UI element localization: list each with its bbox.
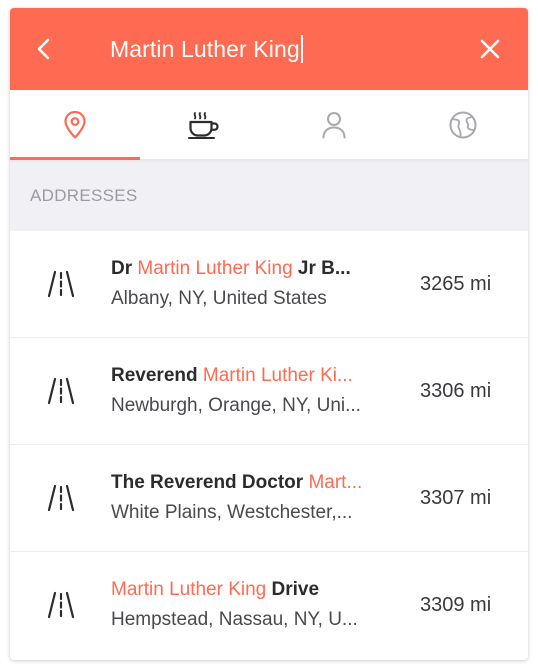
title-highlight: Martin Luther King bbox=[137, 258, 293, 279]
road-icon bbox=[47, 270, 74, 298]
title-pre: Reverend bbox=[111, 365, 203, 386]
result-row[interactable]: Martin Luther King Drive Hempstead, Nass… bbox=[10, 552, 528, 658]
road-icon-wrap bbox=[10, 269, 111, 299]
clear-search-button[interactable] bbox=[452, 8, 528, 90]
road-icon-wrap bbox=[10, 376, 111, 406]
tab-places[interactable] bbox=[140, 90, 270, 159]
section-header: ADDRESSES bbox=[10, 160, 528, 231]
road-icon bbox=[47, 484, 74, 512]
text-caret bbox=[300, 35, 303, 63]
result-texts: The Reverend Doctor Mart... White Plains… bbox=[111, 470, 420, 526]
result-title: Dr Martin Luther King Jr B... bbox=[111, 256, 381, 282]
result-title: Martin Luther King Drive bbox=[111, 577, 381, 603]
result-row[interactable]: Reverend Martin Luther Ki... Newburgh, O… bbox=[10, 338, 528, 445]
result-distance: 3307 mi bbox=[420, 486, 492, 509]
back-arrow-icon bbox=[37, 38, 50, 60]
result-subtitle: Albany, NY, United States bbox=[111, 288, 327, 309]
location-pin-icon bbox=[64, 110, 86, 139]
tab-people[interactable] bbox=[269, 90, 399, 159]
result-texts: Dr Martin Luther King Jr B... Albany, NY… bbox=[111, 256, 420, 312]
search-bar: Martin Luther King bbox=[10, 8, 528, 90]
title-post: Jr B... bbox=[292, 258, 351, 279]
title-highlight: Martin Luther Ki... bbox=[202, 365, 353, 386]
result-distance: 3306 mi bbox=[420, 379, 492, 402]
title-pre: The Reverend Doctor bbox=[111, 472, 309, 493]
result-title: The Reverend Doctor Mart... bbox=[111, 470, 381, 496]
tab-addresses[interactable] bbox=[10, 90, 140, 160]
result-texts: Martin Luther King Drive Hempstead, Nass… bbox=[111, 577, 420, 633]
road-icon-wrap bbox=[10, 590, 111, 620]
title-pre: Dr bbox=[111, 258, 138, 279]
title-highlight: Mart... bbox=[308, 472, 363, 493]
tab-world[interactable] bbox=[399, 90, 529, 159]
globe-icon bbox=[449, 111, 477, 138]
title-highlight: Martin Luther King bbox=[111, 579, 267, 600]
search-card: Martin Luther King ADDRESSES Dr Martin L… bbox=[10, 8, 528, 660]
result-row[interactable]: The Reverend Doctor Mart... White Plains… bbox=[10, 445, 528, 552]
search-query: Martin Luther King bbox=[110, 35, 300, 62]
road-icon-wrap bbox=[10, 483, 111, 513]
result-subtitle: White Plains, Westchester,... bbox=[111, 502, 353, 523]
close-icon bbox=[480, 39, 500, 59]
result-row[interactable]: Dr Martin Luther King Jr B... Albany, NY… bbox=[10, 231, 528, 338]
title-post: Drive bbox=[266, 579, 320, 600]
results-list: Dr Martin Luther King Jr B... Albany, NY… bbox=[10, 231, 528, 658]
result-title: Reverend Martin Luther Ki... bbox=[111, 363, 381, 389]
result-distance: 3265 mi bbox=[420, 272, 492, 295]
result-texts: Reverend Martin Luther Ki... Newburgh, O… bbox=[111, 363, 420, 419]
road-icon bbox=[47, 591, 74, 619]
person-icon bbox=[322, 111, 346, 138]
search-input[interactable]: Martin Luther King bbox=[80, 8, 452, 90]
road-icon bbox=[47, 377, 74, 405]
result-subtitle: Newburgh, Orange, NY, Uni... bbox=[111, 395, 361, 416]
back-button[interactable] bbox=[10, 8, 80, 90]
result-subtitle: Hempstead, Nassau, NY, U... bbox=[111, 609, 358, 630]
category-tabs bbox=[10, 90, 528, 160]
coffee-cup-icon bbox=[188, 111, 219, 139]
result-distance: 3309 mi bbox=[420, 593, 492, 616]
